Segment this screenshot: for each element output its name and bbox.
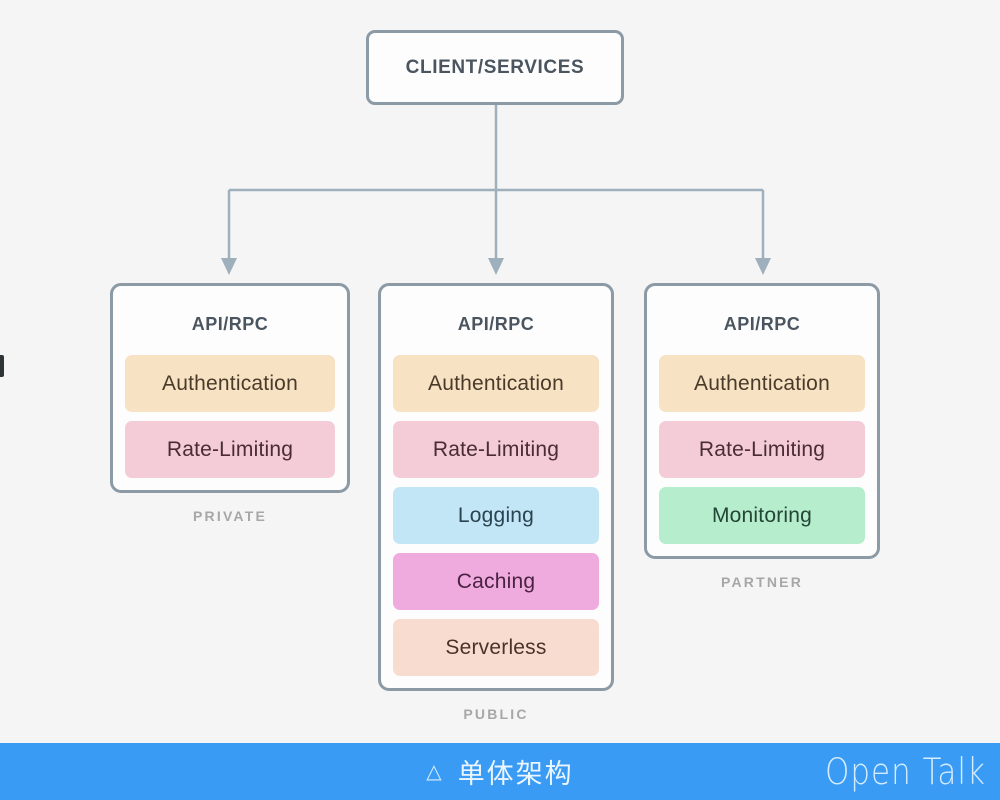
arrowhead-public [488, 258, 504, 275]
card-partner: API/RPC Authentication Rate-Limiting Mon… [644, 283, 880, 559]
triangle-outline-icon: △ [426, 760, 442, 783]
band-public-rate-limiting: Rate-Limiting [393, 421, 599, 478]
band-label: Rate-Limiting [698, 437, 826, 461]
bottom-bar: △ 单体架构 Open Talk [0, 743, 1000, 800]
card-title-partner: API/RPC [723, 314, 801, 334]
caption-public: PUBLIC [463, 706, 529, 722]
column-partner: API/RPC Authentication Rate-Limiting Mon… [644, 283, 880, 590]
band-label: Logging [457, 503, 535, 527]
arrowhead-private [221, 258, 237, 275]
band-partner-authentication: Authentication [659, 355, 865, 412]
band-private-rate-limiting: Rate-Limiting [125, 421, 335, 478]
slide-canvas: CLIENT/SERVICES API/RPC Authentication R… [0, 0, 1000, 743]
caption-partner: PARTNER [720, 574, 804, 590]
arrowhead-partner [755, 258, 771, 275]
band-label: Serverless [445, 635, 547, 659]
cropped-edge-artifact [0, 355, 4, 377]
band-partner-monitoring: Monitoring [659, 487, 865, 544]
band-public-logging: Logging [393, 487, 599, 544]
card-private: API/RPC Authentication Rate-Limiting [110, 283, 350, 493]
band-public-serverless: Serverless [393, 619, 599, 676]
card-public: API/RPC Authentication Rate-Limiting Log… [378, 283, 614, 691]
band-public-caching: Caching [393, 553, 599, 610]
band-label: Authentication [428, 371, 564, 395]
band-label: Authentication [694, 371, 830, 395]
band-private-authentication: Authentication [125, 355, 335, 412]
caption-private: PRIVATE [193, 508, 267, 524]
band-partner-rate-limiting: Rate-Limiting [659, 421, 865, 478]
column-public: API/RPC Authentication Rate-Limiting Log… [378, 283, 614, 722]
card-title-private: API/RPC [191, 314, 269, 334]
band-label: Rate-Limiting [432, 437, 560, 461]
client-services-label: CLIENT/SERVICES [405, 56, 585, 78]
band-public-authentication: Authentication [393, 355, 599, 412]
bottom-bar-title: 单体架构 [457, 759, 574, 789]
column-private: API/RPC Authentication Rate-Limiting PRI… [110, 283, 350, 524]
card-title-public: API/RPC [457, 314, 535, 334]
band-label: Rate-Limiting [166, 437, 294, 461]
open-talk-brand: Open Talk [824, 750, 986, 793]
band-label: Authentication [162, 371, 298, 395]
band-label: Caching [456, 569, 536, 593]
band-label: Monitoring [711, 503, 813, 527]
client-services-node: CLIENT/SERVICES [366, 30, 624, 105]
